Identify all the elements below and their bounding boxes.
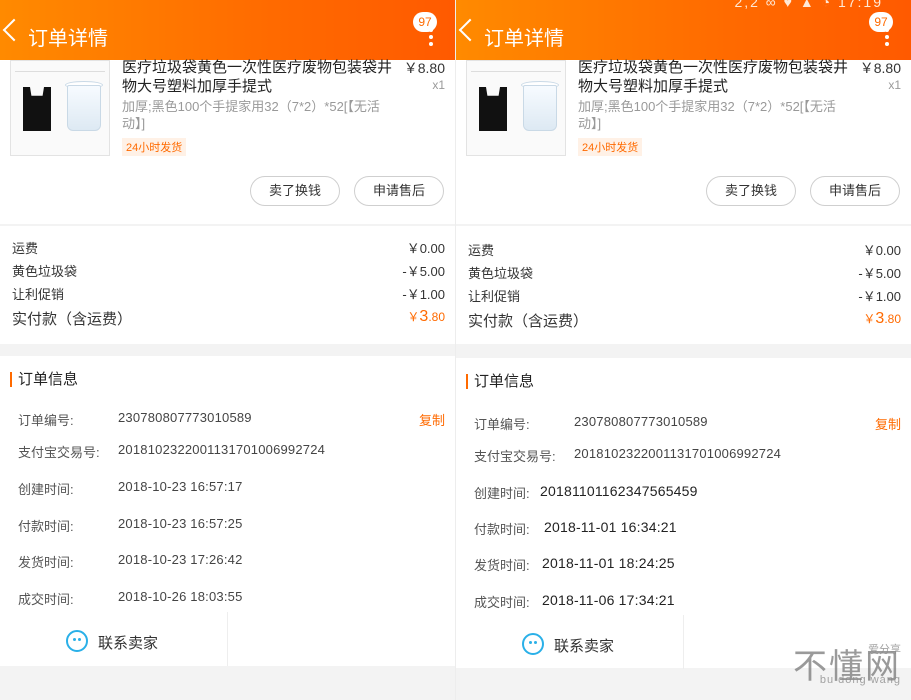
copy-button[interactable]: 复制 [419,410,445,429]
fee-summary: 运费 ￥0.00 黄色垃圾袋 -￥5.00 让利促销 -￥1.00 实付款（含运… [0,226,455,344]
shipping-tag: 24小时发货 [122,138,187,156]
product-price: ￥8.80 [403,60,445,76]
chat-smile-icon [522,633,544,655]
more-menu-icon[interactable] [885,28,889,46]
trash-bin-image [523,85,557,131]
product-sku: 加厚;黑色100个手提家用32（7*2）*52[【无活动】] [578,99,836,131]
message-count-badge[interactable]: 97 [869,12,893,32]
status-bar-text: 2,2 ∞ ♥ ▲ ◔ 17:19 [734,0,883,10]
order-detail-screen-left: 订单详情 97 医疗垃圾袋黄色一次性医疗废物包装袋井物大号塑料加厚手提式 ￥8.… [0,0,455,700]
header-bar: 2,2 ∞ ♥ ▲ ◔ 17:19 订单详情 97 [456,0,911,60]
message-count-badge[interactable]: 97 [413,12,437,32]
trash-bin-image [67,85,101,131]
thumbnail-caption [15,64,105,72]
product-quantity: x1 [888,78,901,92]
product-price: ￥8.80 [859,60,901,76]
contact-seller-button[interactable]: 联系卖家 [456,615,684,669]
shipping-tag: 24小时发货 [578,138,643,156]
back-arrow-icon[interactable] [2,18,26,42]
order-detail-screen-right: 2,2 ∞ ♥ ▲ ◔ 17:19 订单详情 97 医疗垃圾袋黄色一次性医疗废物… [456,0,911,700]
product-card[interactable]: 医疗垃圾袋黄色一次性医疗废物包装袋井物大号塑料加厚手提式 ￥8.80 x1 加厚… [456,58,911,224]
chat-smile-icon [66,630,88,652]
section-title: 订单信息 [10,372,78,387]
fee-summary: 运费 ￥0.00 黄色垃圾袋 -￥5.00 让利促销 -￥1.00 实付款（含运… [456,226,911,344]
page-title: 订单详情 [484,28,564,50]
comparison-stage: 订单详情 97 医疗垃圾袋黄色一次性医疗废物包装袋井物大号塑料加厚手提式 ￥8.… [0,0,911,700]
total-amount: ￥3.80 [407,308,445,325]
sell-button[interactable]: 卖了换钱 [706,176,797,206]
total-amount: ￥3.80 [863,310,901,327]
product-thumbnail[interactable] [10,60,110,156]
more-menu-icon[interactable] [429,28,433,46]
thumbnail-caption [471,64,561,72]
product-sku: 加厚;黑色100个手提家用32（7*2）*52[【无活动】] [122,99,380,131]
after-sale-button[interactable]: 申请售后 [354,176,445,206]
contact-seller-button[interactable]: 联系卖家 [0,612,228,666]
product-name[interactable]: 医疗垃圾袋黄色一次性医疗废物包装袋井物大号塑料加厚手提式 [578,58,848,96]
product-card[interactable]: 医疗垃圾袋黄色一次性医疗废物包装袋井物大号塑料加厚手提式 ￥8.80 x1 加厚… [0,58,455,224]
back-arrow-icon[interactable] [458,18,482,42]
copy-button[interactable]: 复制 [875,414,901,433]
sell-button[interactable]: 卖了换钱 [250,176,341,206]
page-title: 订单详情 [28,28,108,50]
header-bar: 订单详情 97 [0,0,455,60]
product-name[interactable]: 医疗垃圾袋黄色一次性医疗废物包装袋井物大号塑料加厚手提式 [122,58,392,96]
product-thumbnail[interactable] [466,60,566,156]
after-sale-button[interactable]: 申请售后 [810,176,901,206]
black-bag-image [23,87,51,131]
site-watermark: 不懂网 爱分享 bu dong wang [793,644,901,687]
black-bag-image [479,87,507,131]
section-title: 订单信息 [466,374,534,389]
product-quantity: x1 [432,78,445,92]
